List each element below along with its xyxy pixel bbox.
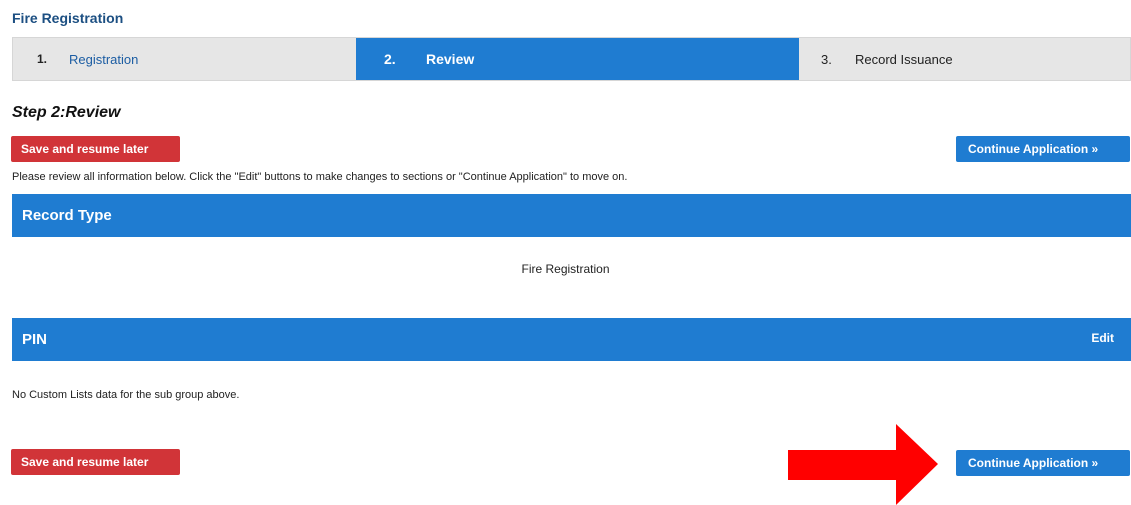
step-review: 2. Review xyxy=(356,38,799,80)
step-label: Record Issuance xyxy=(855,51,953,67)
step-heading: Step 2:Review xyxy=(12,104,121,121)
section-title: PIN xyxy=(22,331,48,348)
section-title: Record Type xyxy=(22,207,112,224)
section-header-pin: PIN Edit xyxy=(12,318,1131,361)
section-header-record-type: Record Type xyxy=(12,194,1131,237)
step-record-issuance: 3. Record Issuance xyxy=(799,38,1130,80)
record-type-value: Fire Registration xyxy=(521,262,610,276)
step-number: 1. xyxy=(37,52,48,66)
save-resume-later-button[interactable]: Save and resume later xyxy=(11,136,180,162)
progress-stepper: 1. Registration 2. Review 3. Record Issu… xyxy=(12,37,1131,81)
step-number: 3. xyxy=(821,51,832,67)
edit-pin-link[interactable]: Edit xyxy=(1091,331,1114,345)
step-label: Registration xyxy=(69,51,139,67)
save-resume-later-button-bottom[interactable]: Save and resume later xyxy=(11,449,180,475)
no-custom-lists-message: No Custom Lists data for the sub group a… xyxy=(12,389,240,401)
page-title: Fire Registration xyxy=(12,10,124,26)
red-arrow-icon xyxy=(788,424,938,505)
step-registration[interactable]: 1. Registration xyxy=(13,38,356,80)
step-number: 2. xyxy=(384,51,396,67)
continue-application-button[interactable]: Continue Application » xyxy=(956,136,1130,162)
step-label: Review xyxy=(426,51,475,67)
review-instructions: Please review all information below. Cli… xyxy=(12,171,628,183)
continue-application-button-bottom[interactable]: Continue Application » xyxy=(956,450,1130,476)
